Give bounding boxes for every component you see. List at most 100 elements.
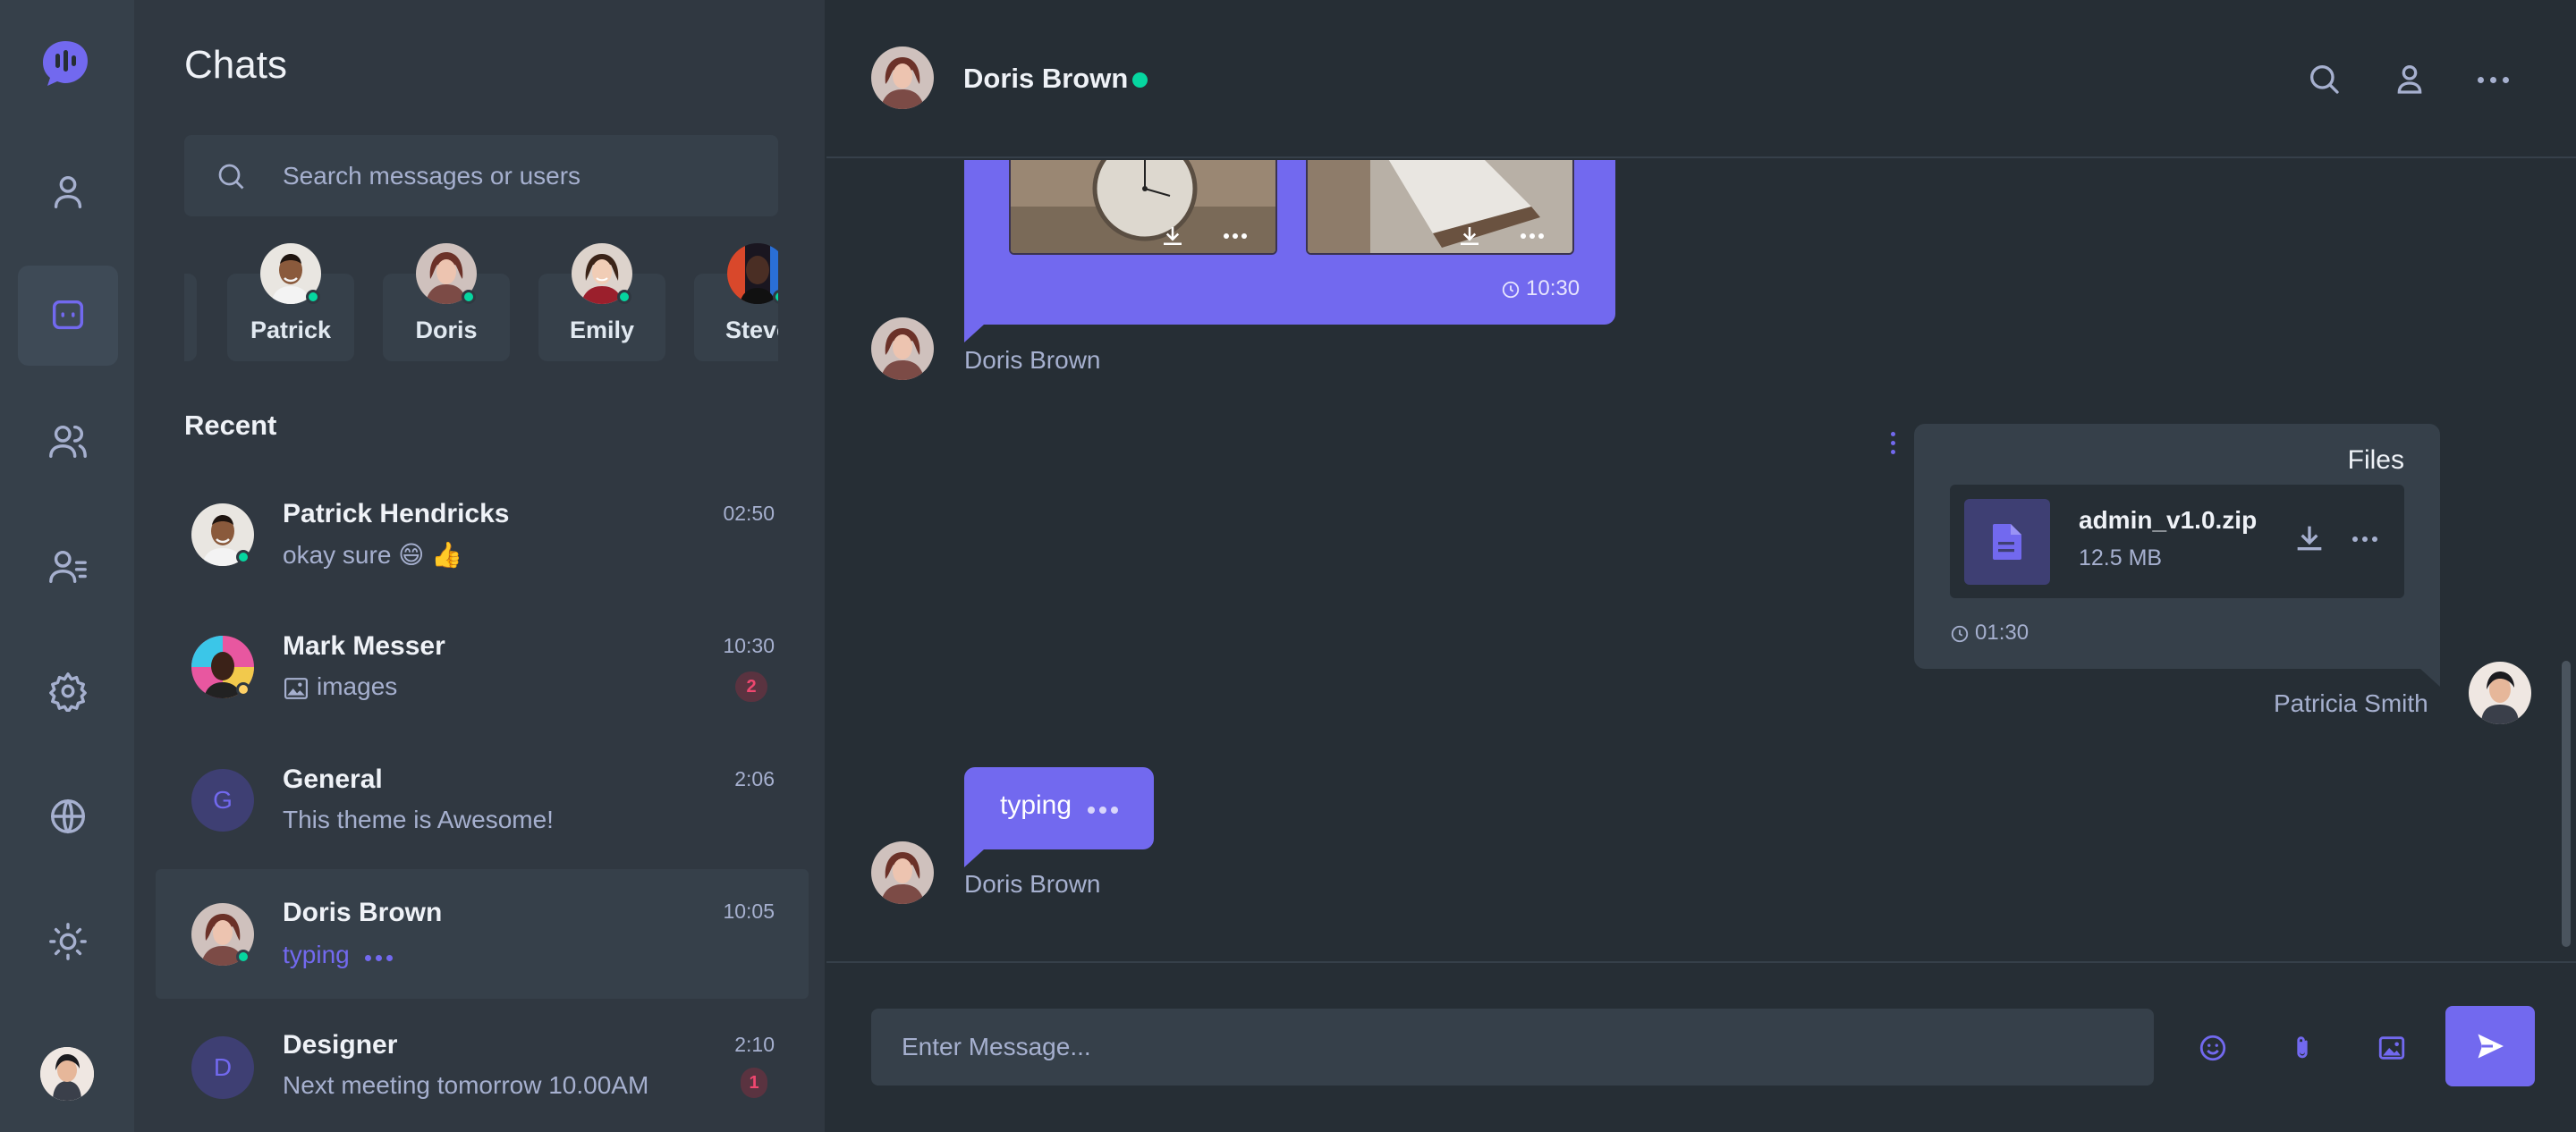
chat-time: 10:30 <box>723 634 775 657</box>
chat-header-avatar[interactable] <box>871 46 934 109</box>
online-user-name: Patrick <box>250 317 332 343</box>
online-user-card[interactable]: Doris <box>383 243 510 361</box>
sender-name: Doris Brown <box>964 870 1101 898</box>
online-users-carousel: Patrick Doris Emily Steve <box>184 243 778 368</box>
chat-preview: okay sure 😄 👍 <box>283 541 463 569</box>
more-options-icon[interactable] <box>1224 233 1247 239</box>
bubble-tail <box>964 849 984 867</box>
typing-text: typing <box>1000 790 1072 820</box>
nav-theme-sun-icon[interactable] <box>18 891 118 992</box>
chat-time: 2:06 <box>734 767 775 790</box>
nav-language-icon[interactable] <box>18 766 118 866</box>
online-user-card-partial[interactable] <box>184 274 197 361</box>
search-input[interactable]: Search messages or users <box>283 162 580 190</box>
nav-profile-icon[interactable] <box>18 141 118 241</box>
more-options-icon[interactable] <box>2478 77 2509 83</box>
typing-dots <box>1088 807 1118 814</box>
user-profile-icon[interactable] <box>2392 61 2428 101</box>
send-button[interactable] <box>2445 1006 2535 1086</box>
nav-chats-icon[interactable] <box>18 266 118 366</box>
online-user-card[interactable]: Patrick <box>227 243 354 361</box>
sender-name: Doris Brown <box>964 346 1101 374</box>
nav-settings-icon[interactable] <box>18 641 118 741</box>
online-status-dot <box>617 290 631 304</box>
sender-avatar <box>871 317 934 380</box>
avatar <box>727 243 778 304</box>
online-user-card[interactable]: Steve <box>694 243 778 361</box>
message-image-book[interactable] <box>1306 160 1574 255</box>
more-options-icon[interactable] <box>2352 536 2377 542</box>
clock-icon <box>1502 281 1520 299</box>
image-message-bubble: 10:30 <box>964 160 1615 325</box>
chat-list-item[interactable]: Patrick Hendricks okay sure 😄 👍 02:50 <box>156 469 809 599</box>
search-icon <box>218 164 244 190</box>
online-status-dot <box>1132 72 1148 88</box>
online-user-card[interactable]: Emily <box>538 243 665 361</box>
message-time: 10:30 <box>1526 276 1580 300</box>
more-options-icon[interactable] <box>1521 233 1544 239</box>
chat-preview: This theme is Awesome! <box>283 806 554 833</box>
emoji-icon[interactable] <box>2198 1033 2228 1063</box>
file-message-bubble: Files admin_v1.0.zip 12.5 MB 01:30 <box>1914 424 2440 669</box>
chat-list-item[interactable]: G General This theme is Awesome! 2:06 <box>156 735 809 865</box>
file-document-icon <box>1993 524 2021 560</box>
messages-scrollbar[interactable] <box>2562 661 2571 947</box>
group-initial-avatar: G <box>191 769 254 832</box>
clock-icon <box>1951 625 1969 643</box>
image-upload-icon[interactable] <box>2377 1033 2407 1063</box>
search-icon[interactable] <box>2306 61 2342 101</box>
chat-header: Doris Brown <box>826 0 2576 158</box>
file-attachment-card: admin_v1.0.zip 12.5 MB <box>1950 485 2404 598</box>
messages-area: 10:30 Doris Brown Files admin_v1.0.zip 1… <box>826 160 2576 960</box>
chat-list-item[interactable]: D Designer Next meeting tomorrow 10.00AM… <box>156 1002 809 1132</box>
attachment-icon[interactable] <box>2287 1033 2318 1063</box>
image-icon <box>284 678 308 699</box>
app-logo-icon[interactable] <box>39 38 91 89</box>
chat-preview-typing: typing <box>283 941 350 968</box>
chat-time: 2:10 <box>734 1033 775 1056</box>
nav-rail <box>0 0 134 1132</box>
online-user-name: Doris <box>415 317 478 343</box>
search-bar[interactable]: Search messages or users <box>184 135 778 216</box>
chat-header-name[interactable]: Doris Brown <box>963 63 1128 95</box>
chats-title: Chats <box>184 43 287 87</box>
online-user-name: Steve <box>724 317 778 343</box>
file-message-title: Files <box>2347 445 2404 475</box>
file-icon-box <box>1964 499 2050 585</box>
message-time: 01:30 <box>1975 621 2029 645</box>
message-options-icon[interactable] <box>1891 432 1895 454</box>
nav-groups-icon[interactable] <box>18 391 118 491</box>
online-status-dot <box>236 550 250 564</box>
chat-name: General <box>283 765 383 794</box>
chats-panel: Chats Search messages or users Patrick D… <box>134 0 825 1132</box>
sender-avatar <box>871 841 934 904</box>
message-input[interactable]: Enter Message... <box>871 1009 2154 1086</box>
online-user-name: Emily <box>569 317 635 343</box>
sender-name: Patricia Smith <box>2274 689 2428 717</box>
chat-preview: Next meeting tomorrow 10.00AM <box>283 1071 649 1099</box>
send-icon <box>2478 1034 2504 1059</box>
online-status-dot <box>236 950 250 964</box>
online-status-dot <box>462 290 476 304</box>
composer-bar: Enter Message... <box>826 961 2576 1132</box>
recent-label: Recent <box>184 410 277 441</box>
file-name: admin_v1.0.zip <box>2079 506 2258 534</box>
current-user-avatar[interactable] <box>40 1047 94 1101</box>
file-size: 12.5 MB <box>2079 545 2163 570</box>
message-input-placeholder: Enter Message... <box>902 1033 1091 1060</box>
nav-contacts-icon[interactable] <box>18 516 118 616</box>
chat-time: 10:05 <box>723 900 775 923</box>
chat-name: Doris Brown <box>283 898 443 927</box>
chat-name: Patrick Hendricks <box>283 499 510 528</box>
chat-list-item[interactable]: Mark Messer images 10:30 2 <box>156 602 809 731</box>
download-icon[interactable] <box>1159 223 1186 249</box>
download-icon[interactable] <box>1456 223 1483 249</box>
message-image-clock[interactable] <box>1009 160 1277 255</box>
unread-badge: 1 <box>741 1068 767 1098</box>
bubble-tail <box>964 325 984 342</box>
online-status-dot <box>306 290 320 304</box>
away-status-dot <box>236 682 250 697</box>
chat-list-item-active[interactable]: Doris Brown typing 10:05 <box>156 869 809 999</box>
download-icon[interactable] <box>2292 520 2327 556</box>
chat-time: 02:50 <box>723 502 775 525</box>
